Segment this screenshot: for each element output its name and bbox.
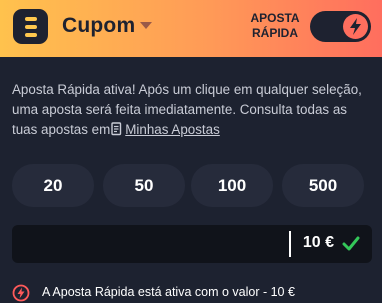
amount-presets: 20 50 100 500 [12, 164, 372, 207]
menu-icon-bar [24, 16, 37, 21]
menu-button[interactable] [13, 9, 48, 44]
quick-bet-info: Aposta Rápida ativa! Após um clique em q… [12, 80, 374, 140]
document-icon [111, 122, 122, 136]
coupon-title[interactable]: Cupom [62, 14, 135, 38]
header: Cupom APOSTA RÁPIDA [0, 0, 382, 57]
amount-button-100[interactable]: 100 [191, 164, 273, 207]
menu-icon-bar [24, 32, 37, 37]
lightning-icon [350, 18, 361, 35]
toggle-knob [343, 14, 368, 39]
stake-input[interactable]: 10 € [12, 225, 372, 263]
chevron-down-icon[interactable] [140, 22, 152, 29]
stake-value: 10 € [302, 234, 334, 251]
amount-button-50[interactable]: 50 [103, 164, 185, 207]
footer-text: A Aposta Rápida está ativa com o valor -… [42, 285, 295, 299]
quick-bet-label-line2: RÁPIDA [251, 26, 298, 40]
amount-button-500[interactable]: 500 [282, 164, 364, 207]
lightning-warning-icon [12, 284, 30, 302]
quick-bet-toggle[interactable] [310, 11, 371, 42]
quick-bet-label-line1: APOSTA [250, 11, 300, 25]
check-icon[interactable] [342, 236, 360, 251]
amount-button-20[interactable]: 20 [12, 164, 94, 207]
my-bets-link[interactable]: Minhas Apostas [125, 122, 220, 137]
menu-icon-bar [24, 24, 37, 29]
text-cursor [289, 231, 291, 257]
quick-bet-label: APOSTA RÁPIDA [245, 11, 305, 41]
